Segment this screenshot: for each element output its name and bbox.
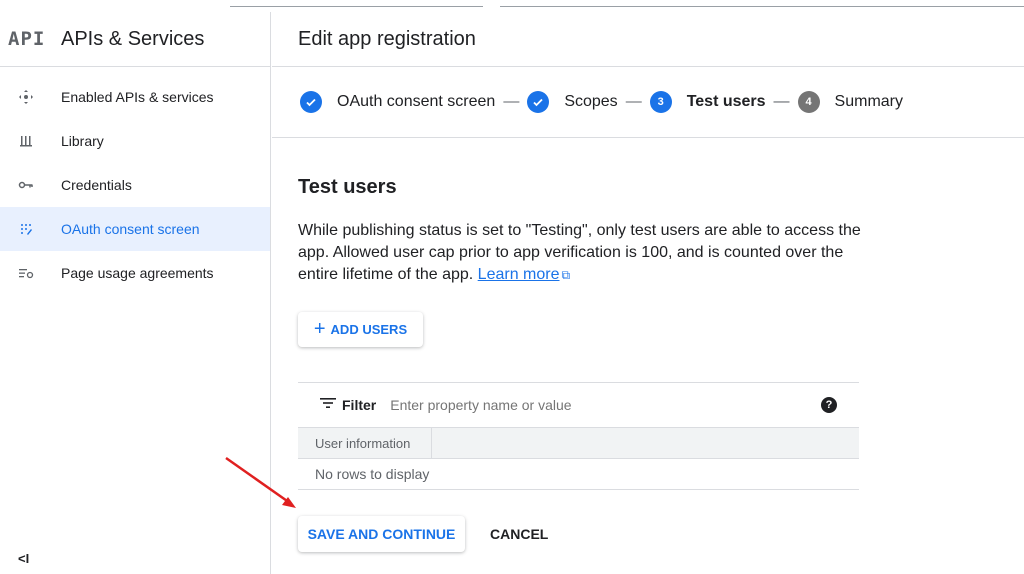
add-users-label: ADD USERS: [330, 322, 408, 337]
help-icon[interactable]: ?: [821, 397, 837, 413]
collapse-sidebar-button[interactable]: <I: [18, 551, 29, 566]
settings-list-icon: [0, 265, 61, 281]
stepper: OAuth consent screen — Scopes — 3 Test u…: [272, 67, 1024, 138]
sidebar-title: APIs & Services: [61, 27, 205, 50]
sidebar-item-label: Library: [61, 133, 104, 149]
step-number: 3: [649, 91, 672, 113]
add-users-button[interactable]: + ADD USERS: [298, 312, 423, 347]
test-users-table: Filter ? User information No rows to dis…: [298, 382, 859, 490]
description: While publishing status is set to "Testi…: [298, 220, 868, 286]
sidebar-item-page-usage[interactable]: Page usage agreements: [0, 251, 270, 295]
plus-icon: +: [313, 318, 326, 340]
sidebar-item-enabled-apis[interactable]: Enabled APIs & services: [0, 75, 270, 119]
learn-more-link[interactable]: Learn more: [478, 266, 560, 283]
cancel-button[interactable]: CANCEL: [490, 526, 548, 542]
filter-bar: Filter ?: [298, 383, 859, 427]
main-panel: Edit app registration OAuth consent scre…: [272, 12, 1024, 574]
key-icon: [0, 177, 61, 193]
save-and-continue-button[interactable]: SAVE AND CONTINUE: [298, 516, 465, 552]
column-header-user-information[interactable]: User information: [298, 428, 432, 458]
filter-label: Filter: [342, 397, 377, 413]
oauth-grid-icon: [0, 221, 61, 237]
sidebar-item-credentials[interactable]: Credentials: [0, 163, 270, 207]
step-label: Summary: [834, 93, 903, 110]
check-icon: [300, 91, 322, 113]
step-separator: —: [503, 93, 520, 110]
step-number: 4: [797, 91, 820, 113]
step-label: OAuth consent screen: [337, 93, 496, 110]
sidebar-nav: Enabled APIs & services Library Credenti…: [0, 75, 270, 295]
table-header: User information: [298, 427, 859, 459]
sidebar-item-label: Page usage agreements: [61, 265, 214, 281]
step-separator: —: [773, 93, 790, 110]
step-oauth-consent[interactable]: OAuth consent screen: [300, 91, 495, 113]
check-icon: [527, 91, 550, 113]
step-test-users[interactable]: 3 Test users: [649, 91, 766, 113]
sidebar-item-oauth-consent[interactable]: OAuth consent screen: [0, 207, 270, 251]
step-separator: —: [625, 93, 642, 110]
step-label: Scopes: [564, 93, 618, 110]
library-icon: [0, 133, 61, 149]
annotation-arrow-icon: [225, 456, 296, 508]
sidebar-item-library[interactable]: Library: [0, 119, 270, 163]
top-border: [0, 0, 1024, 12]
page-title: Edit app registration: [272, 12, 1024, 67]
step-label: Test users: [686, 93, 766, 110]
filter-input[interactable]: [390, 397, 741, 413]
form-actions: SAVE AND CONTINUE CANCEL: [298, 516, 1024, 552]
sidebar-item-label: Enabled APIs & services: [61, 89, 214, 105]
step-summary[interactable]: 4 Summary: [797, 91, 903, 113]
api-logo: API: [8, 28, 46, 50]
description-text: While publishing status is set to "Testi…: [298, 222, 861, 283]
sidebar-header: API APIs & Services: [0, 12, 270, 67]
sidebar-item-label: Credentials: [61, 177, 132, 193]
sidebar-item-label: OAuth consent screen: [61, 221, 200, 237]
content: Test users While publishing status is se…: [272, 176, 1024, 552]
api-nodes-icon: [0, 89, 61, 105]
external-link-icon: ⧉: [561, 268, 571, 282]
filter-icon[interactable]: [320, 396, 336, 414]
empty-state: No rows to display: [298, 459, 859, 490]
section-title: Test users: [298, 176, 397, 198]
step-scopes[interactable]: Scopes: [527, 91, 618, 113]
